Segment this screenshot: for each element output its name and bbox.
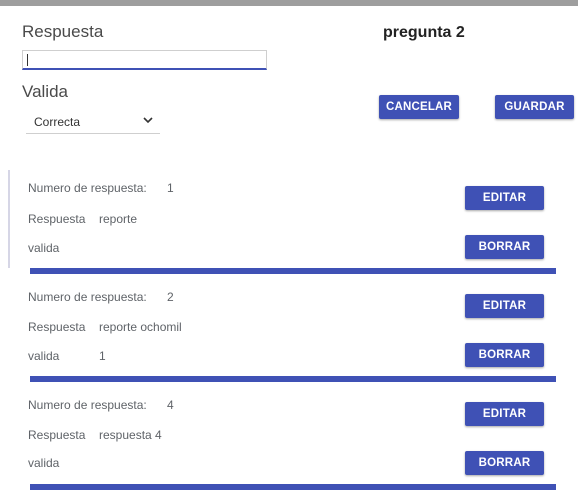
answer-label: Respuesta [28,212,86,226]
cancel-button[interactable]: CANCELAR [379,95,459,119]
delete-button[interactable]: BORRAR [465,451,544,475]
top-bar [0,0,578,6]
valida-select-value: Correcta [34,115,81,129]
delete-button[interactable]: BORRAR [465,343,544,367]
left-accent-line [8,170,10,268]
answer-divider [30,268,556,274]
answer-label: Respuesta [28,320,86,334]
valida-select[interactable]: Correcta [26,111,160,134]
answer-number-label: Numero de respuesta: [28,290,147,304]
valid-value: 1 [99,349,106,363]
edit-button[interactable]: EDITAR [465,294,544,318]
chevron-down-icon [143,117,153,124]
edit-button[interactable]: EDITAR [465,402,544,426]
respuesta-input[interactable] [22,50,267,70]
question-title: pregunta 2 [383,24,465,41]
edit-button[interactable]: EDITAR [465,186,544,210]
respuesta-label: Respuesta [22,22,104,41]
delete-button[interactable]: BORRAR [465,235,544,259]
answer-divider [30,376,556,382]
answer-number: 1 [167,181,174,195]
answer-divider [30,484,556,490]
answer-label: Respuesta [28,428,86,442]
answer-number-label: Numero de respuesta: [28,398,147,412]
answer-number: 4 [167,398,174,412]
answer-text: reporte ochomil [99,320,182,334]
valida-label: Valida [22,82,68,101]
valid-label: valida [28,456,60,470]
valid-label: valida [28,349,60,363]
answer-text: reporte [99,212,138,226]
answer-number-label: Numero de respuesta: [28,181,147,195]
answer-text: respuesta 4 [99,428,162,442]
text-caret [27,54,28,66]
save-button[interactable]: GUARDAR [495,95,574,119]
answer-number: 2 [167,290,174,304]
valid-label: valida [28,241,60,255]
